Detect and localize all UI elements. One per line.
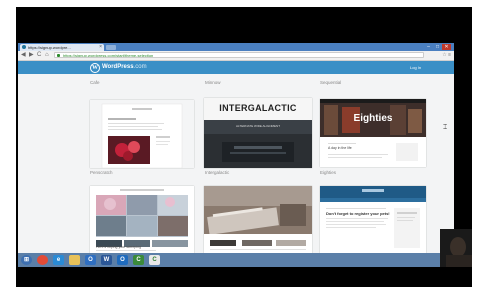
theme-card-intergalactic[interactable] [204,186,312,256]
camtasia-recorder-icon[interactable]: C [149,255,160,265]
theme-label-cafe: Cafe [90,80,100,85]
theme-label-penscratch: Penscratch [90,170,113,175]
minimize-button[interactable]: – [424,44,433,50]
theme-card-eighties[interactable]: Don't forget to register your pets! [320,186,426,256]
intergalactic-preview [204,186,312,256]
theme-label-minnow: Minnow [205,80,221,85]
intergalactic-title: INTERGALACTIC [219,103,297,113]
outlook-2-icon[interactable]: O [117,255,128,265]
brand-name: WordPress [102,64,134,70]
camtasia-icon[interactable]: C [133,255,144,265]
new-tab-button[interactable] [106,45,116,50]
eighties-subtitle: A day in the life [328,146,352,150]
theme-card-cafe[interactable] [90,100,194,168]
theme-card-sequential[interactable]: Eighties A day in the life [320,99,426,167]
word-icon[interactable]: W [101,255,112,265]
intergalactic-subtitle: ALTERNATE WIDE ALIGNMENT [235,124,281,128]
theme-label-sequential: Sequential [320,80,342,85]
address-bar[interactable]: https://signup.wordpress.com/start/theme… [54,52,424,58]
mouse-cursor-icon: ⌶ [443,124,448,131]
eighties-title: Eighties [353,113,393,124]
tab-close-icon[interactable]: × [99,44,102,51]
sequential-post-title: Don't forget to register your pets! [326,211,390,216]
wordpress-favicon-icon [22,45,26,49]
webcam-feed [440,229,472,267]
desktop-screen: https://signup.wordpre... × – □ ✕ ◀ ▶ C … [18,43,454,267]
chrome-icon[interactable] [37,255,48,265]
internet-explorer-icon[interactable]: e [53,255,64,265]
wordpress-brand[interactable]: WordPress.com [102,64,147,71]
maximize-button[interactable]: □ [433,44,442,50]
cafe-preview [90,100,194,168]
sequential-preview [320,99,426,167]
back-icon[interactable]: ◀ [21,52,26,59]
tab-title: https://signup.wordpre... [28,45,71,50]
lock-icon [57,54,60,57]
browser-tab[interactable]: https://signup.wordpre... × [20,44,104,51]
reload-icon[interactable]: C [37,52,41,59]
theme-card-minnow[interactable]: INTERGALACTIC ALTERNATE WIDE ALIGNMENT [204,98,312,168]
file-explorer-icon[interactable] [69,255,80,265]
browser-tab-strip: https://signup.wordpre... × – □ ✕ [18,43,454,51]
theme-label-intergalactic: Intergalactic [205,170,230,175]
home-icon[interactable]: ⌂ [45,52,49,59]
theme-label-eighties: Eighties [320,170,337,175]
wordpress-logo-icon[interactable]: W [90,63,100,73]
close-window-button[interactable]: ✕ [442,44,451,50]
windows-taskbar: ⊞ e O W O C C [18,253,442,267]
penscratch-heading: Here's hoping your sweeping [96,245,142,249]
eighties-preview [320,186,426,256]
browser-toolbar: ◀ ▶ C ⌂ https://signup.wordpress.com/sta… [18,51,454,61]
window-controls: – □ ✕ [424,44,452,50]
outlook-icon[interactable]: O [85,255,96,265]
start-orb-icon[interactable]: ⊞ [21,255,32,265]
address-bar-url: https://signup.wordpress.com/start/theme… [63,53,154,58]
toolbar-menu-icons[interactable]: ☆ ≡ [442,52,451,59]
forward-icon[interactable]: ▶ [29,52,34,59]
brand-suffix: .com [133,64,147,70]
webcam-overlay [440,229,472,267]
login-link[interactable]: Log In [410,64,421,71]
wordpress-header: W WordPress.com Log In [18,61,454,74]
